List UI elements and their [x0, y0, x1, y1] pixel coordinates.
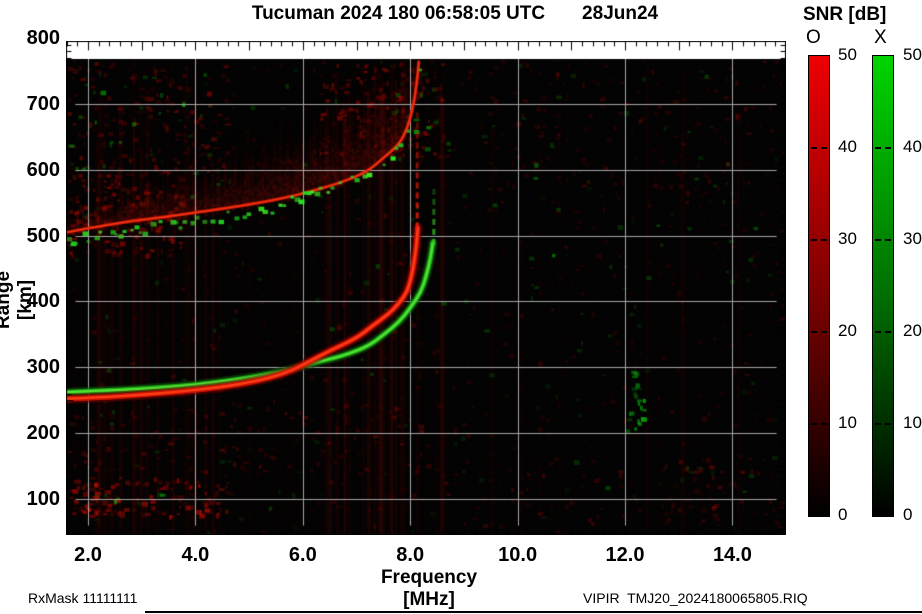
- x-axis-label: Frequency [MHz]: [380, 567, 478, 610]
- ionogram-canvas: [66, 41, 786, 535]
- colorbar-tick-dash: [811, 423, 817, 425]
- colorbar-tick-dash: [875, 239, 881, 241]
- x-tick-label-2.0: 2.0: [74, 544, 102, 566]
- y-tick-label-200: 200: [26, 422, 60, 444]
- bottom-border-line: [145, 611, 922, 613]
- colorbar-tick-dash: [821, 147, 827, 149]
- legend-title: SNR [dB]: [803, 4, 887, 25]
- ionogram-plot: [66, 41, 786, 535]
- colorbar-tick-label-20: 20: [903, 321, 922, 340]
- colorbar-tick-label-40: 40: [903, 137, 922, 156]
- colorbar-tick-label-50: 50: [838, 45, 857, 64]
- colorbar-tick-label-30: 30: [903, 229, 922, 248]
- x-tick-label-6.0: 6.0: [288, 544, 317, 566]
- colorbar-tick-label-0: 0: [838, 505, 848, 524]
- colorbar-tick-dash: [811, 147, 817, 149]
- colorbar-tick-label-20: 20: [838, 321, 857, 340]
- colorbar-tick-label-30: 30: [838, 229, 857, 248]
- source-file-text: VIPIR TMJ20_2024180065805.RIQ: [583, 590, 808, 606]
- x-tick-label-4.0: 4.0: [181, 544, 210, 566]
- colorbar-tick-dash: [875, 423, 881, 425]
- colorbar-tick-dash: [875, 331, 881, 333]
- colorbar-tick-dash: [885, 147, 891, 149]
- rxmask-text: RxMask 11111111: [28, 590, 138, 606]
- colorbar-tick-dash: [885, 331, 891, 333]
- x-mode-label: X: [874, 27, 887, 48]
- x-tick-label-8.0: 8.0: [396, 544, 425, 566]
- x-tick-label-10.0: 10.0: [498, 544, 538, 566]
- colorbar-tick-label-0: 0: [903, 505, 913, 524]
- ionogram-page: Tucuman 2024 180 06:58:05 UTC 28Jun24 Ra…: [0, 0, 922, 614]
- x-tick-label-12.0: 12.0: [605, 544, 645, 566]
- colorbar-tick-dash: [885, 423, 891, 425]
- colorbar-tick-dash: [811, 331, 817, 333]
- colorbar-tick-label-50: 50: [903, 45, 922, 64]
- colorbar-tick-label-10: 10: [838, 413, 857, 432]
- colorbar-tick-dash: [885, 239, 891, 241]
- colorbar-tick-label-10: 10: [903, 413, 922, 432]
- y-tick-label-100: 100: [26, 487, 60, 510]
- colorbar-tick-dash: [811, 239, 817, 241]
- y-tick-label-400: 400: [26, 290, 60, 313]
- colorbar-tick-dash: [821, 423, 827, 425]
- colorbar-tick-dash: [875, 147, 881, 149]
- o-mode-colorbar: [808, 55, 830, 517]
- y-tick-label-500: 500: [26, 224, 60, 247]
- colorbar-tick-dash: [821, 239, 827, 241]
- y-tick-label-700: 700: [26, 93, 60, 115]
- o-mode-label: O: [806, 27, 821, 48]
- y-tick-label-600: 600: [26, 158, 60, 181]
- y-tick-label-800: 800: [26, 27, 60, 50]
- y-tick-label-300: 300: [26, 356, 60, 379]
- colorbar-tick-dash: [821, 331, 827, 333]
- x-mode-colorbar: [872, 55, 894, 517]
- x-tick-label-14.0: 14.0: [712, 544, 752, 566]
- colorbar-tick-label-40: 40: [838, 137, 857, 156]
- plot-title: Tucuman 2024 180 06:58:05 UTC 28Jun24: [251, 3, 659, 24]
